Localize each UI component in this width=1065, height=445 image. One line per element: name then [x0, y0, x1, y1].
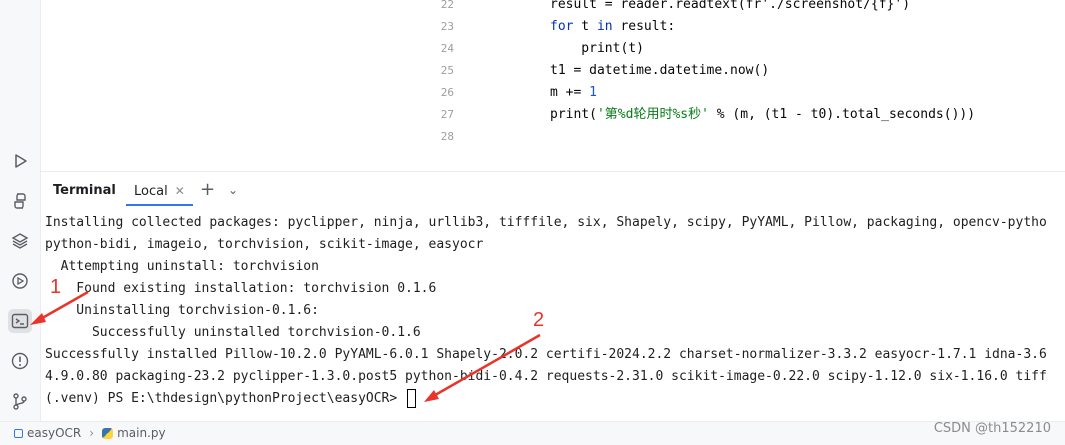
annotation-arrow-1 — [30, 290, 89, 325]
annotation-arrows — [30, 290, 541, 402]
annotation-arrow-2 — [424, 333, 541, 402]
